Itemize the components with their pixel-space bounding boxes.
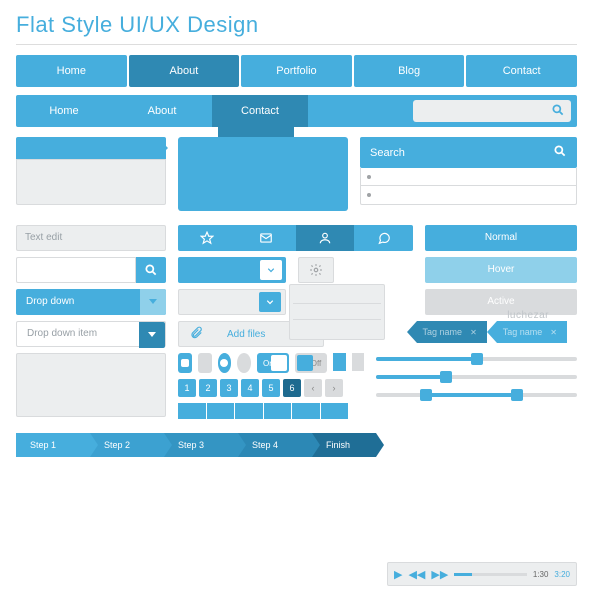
time-total: 3:20 — [554, 570, 570, 579]
content-placeholder — [16, 353, 166, 417]
secondary-nav: Home About Contact — [16, 95, 577, 127]
menu-item[interactable] — [293, 288, 381, 304]
page-title: Flat Style UI/UX Design — [16, 12, 577, 38]
search-panel-list — [360, 168, 577, 205]
audio-player: ▶ ◀◀ ▶▶ 1:30 3:20 — [387, 562, 577, 586]
nav-blog[interactable]: Blog — [354, 55, 465, 87]
page-button[interactable]: 2 — [199, 379, 217, 397]
paperclip-icon — [189, 326, 203, 343]
download-button-secondary[interactable] — [178, 289, 286, 315]
step-4[interactable]: Step 4 — [238, 433, 312, 457]
dropdown-select[interactable]: Drop down — [16, 289, 166, 315]
watermark: luchezar — [507, 310, 549, 321]
slider[interactable] — [376, 357, 577, 361]
step-1[interactable]: Step 1 — [16, 433, 90, 457]
list-item[interactable] — [361, 168, 576, 186]
search-panel-label: Search — [370, 147, 405, 159]
step-2[interactable]: Step 2 — [90, 433, 164, 457]
step-wizard: Step 1 Step 2 Step 3 Step 4 Finish — [16, 433, 577, 457]
slider[interactable] — [376, 375, 577, 379]
popover-tab[interactable] — [218, 123, 294, 137]
side-tab-selected[interactable] — [16, 137, 166, 159]
page-button[interactable]: 3 — [220, 379, 238, 397]
page-button[interactable]: 4 — [241, 379, 259, 397]
play-icon[interactable]: ▶ — [394, 568, 402, 581]
chat-icon[interactable] — [354, 225, 413, 251]
close-icon[interactable]: ✕ — [470, 328, 477, 337]
nav-search-input[interactable] — [413, 100, 571, 122]
nav2-about[interactable]: About — [114, 95, 210, 127]
nav2-home[interactable]: Home — [16, 95, 112, 127]
radio-unchecked[interactable] — [237, 353, 251, 373]
search-icon — [553, 144, 567, 161]
page-button[interactable]: 1 — [178, 379, 196, 397]
search-icon — [551, 103, 565, 122]
gear-icon — [309, 263, 323, 277]
toggle-on[interactable]: On — [257, 353, 289, 373]
close-icon[interactable]: ✕ — [550, 328, 557, 337]
settings-dropdown[interactable] — [298, 257, 334, 283]
chevron-down-icon — [139, 322, 165, 348]
download-button-primary[interactable] — [178, 257, 286, 283]
normal-button[interactable]: Normal — [425, 225, 577, 251]
download-icon — [259, 292, 281, 312]
list-item[interactable] — [361, 186, 576, 204]
active-button: Active — [425, 289, 577, 315]
page-button-active[interactable]: 6 — [283, 379, 301, 397]
page-prev[interactable]: ‹ — [304, 379, 322, 397]
star-icon[interactable] — [178, 225, 237, 251]
chevron-down-icon — [140, 289, 166, 315]
user-icon[interactable] — [296, 225, 355, 251]
download-icon — [260, 260, 282, 280]
tag-chip[interactable]: Tag name ✕ — [497, 321, 567, 343]
nav-about[interactable]: About — [129, 55, 240, 87]
hover-button[interactable]: Hover — [425, 257, 577, 283]
mini-search-button[interactable] — [136, 257, 166, 283]
time-current: 1:30 — [533, 570, 549, 579]
text-edit-input[interactable]: Text edit — [16, 225, 166, 251]
menu-item[interactable] — [293, 304, 381, 320]
divider — [16, 44, 577, 45]
side-tab-panel — [16, 137, 166, 205]
dropdown-item-label: Drop down item — [27, 328, 97, 339]
prev-icon[interactable]: ◀◀ — [408, 568, 425, 581]
step-3[interactable]: Step 3 — [164, 433, 238, 457]
checkbox-unchecked[interactable] — [198, 353, 212, 373]
radio-checked[interactable] — [218, 353, 232, 373]
nav-home[interactable]: Home — [16, 55, 127, 87]
nav-portfolio[interactable]: Portfolio — [241, 55, 352, 87]
add-files-label: Add files — [227, 329, 265, 340]
settings-menu — [289, 284, 385, 340]
swatch-active[interactable] — [333, 353, 345, 371]
nav-contact[interactable]: Contact — [466, 55, 577, 87]
page-next[interactable]: › — [325, 379, 343, 397]
search-panel: Search — [360, 137, 577, 205]
mini-search-input[interactable] — [16, 257, 136, 283]
search-panel-header[interactable]: Search — [360, 137, 577, 168]
side-tab-body — [16, 159, 166, 205]
step-finish[interactable]: Finish — [312, 433, 376, 457]
next-icon[interactable]: ▶▶ — [431, 568, 448, 581]
pagination: 1 2 3 4 5 6 ‹ › — [178, 379, 364, 397]
dropdown-item[interactable]: Drop down item — [16, 321, 166, 347]
toggle-off[interactable]: Off — [295, 353, 327, 373]
tag-label: Tag name — [503, 327, 543, 337]
range-slider[interactable] — [376, 393, 577, 397]
popover-panel — [178, 137, 348, 211]
dropdown-label: Drop down — [26, 296, 74, 307]
mail-icon[interactable] — [237, 225, 296, 251]
primary-nav: Home About Portfolio Blog Contact — [16, 55, 577, 87]
icon-toolbar — [178, 225, 413, 251]
checkbox-row: On Off — [178, 353, 364, 373]
menu-item[interactable] — [293, 320, 381, 336]
tag-label: Tag name — [423, 327, 463, 337]
segment-bar — [178, 403, 348, 419]
mini-search — [16, 257, 166, 283]
tag-chip[interactable]: Tag name ✕ — [417, 321, 487, 343]
page-button[interactable]: 5 — [262, 379, 280, 397]
seek-bar[interactable] — [454, 573, 527, 576]
swatch-inactive[interactable] — [352, 353, 364, 371]
sliders-group — [376, 353, 577, 419]
checkbox-checked[interactable] — [178, 353, 192, 373]
